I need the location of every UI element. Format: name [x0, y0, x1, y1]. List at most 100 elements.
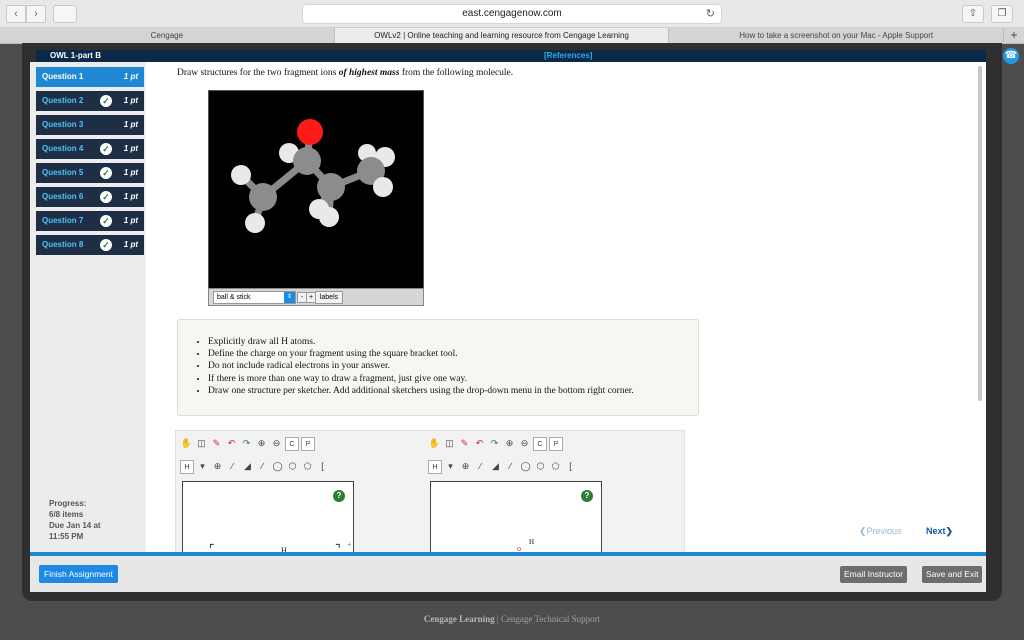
bracket-icon[interactable]: [ [316, 460, 329, 473]
help-icon[interactable]: ? [581, 490, 593, 502]
instruction-item: Explicitly draw all H atoms. [208, 336, 634, 348]
sketcher-toolbar-bottom: H ▾ ⊕ ∕ ◢ ⁄ ◯ ⬡ ⬠ [ [180, 460, 331, 474]
help-icon[interactable]: ? [333, 490, 345, 502]
address-bar[interactable]: east.cengagenow.com ↻ [302, 4, 722, 24]
cyclohexane-icon[interactable]: ⬡ [286, 460, 299, 473]
wedge-bond-icon[interactable]: ◢ [241, 460, 254, 473]
question-item-6[interactable]: Question 6 ✓ 1 pt [36, 187, 144, 207]
paste-icon[interactable]: P [549, 437, 563, 451]
instructions-box: Explicitly draw all H atoms. Define the … [177, 319, 699, 416]
instruction-item: If there is more than one way to draw a … [208, 373, 634, 385]
footer-support-link[interactable]: Cengage Technical Support [501, 614, 600, 624]
question-label: Question 2 [42, 96, 84, 105]
charge-icon[interactable]: ⊕ [459, 460, 472, 473]
references-link[interactable]: [References] [544, 50, 592, 62]
drawing-canvas[interactable]: ? o H [430, 481, 602, 555]
finish-assignment-button[interactable]: Finish Assignment [39, 565, 118, 583]
wedge-bond-icon[interactable]: ◢ [489, 460, 502, 473]
cyclohexane-icon[interactable]: ⬡ [534, 460, 547, 473]
due-label: Due Jan 14 at [49, 521, 101, 530]
molecule-viewer[interactable] [208, 90, 424, 306]
question-label: Question 4 [42, 144, 84, 153]
eraser-icon[interactable]: ✎ [210, 437, 223, 450]
display-mode-select[interactable]: ball & stick ⇕ [213, 291, 296, 304]
question-item-1[interactable]: Question 1 1 pt [36, 67, 144, 87]
tab-overview-button[interactable]: ❐ [991, 5, 1013, 23]
zoom-in-icon[interactable]: ⊕ [255, 437, 268, 450]
question-label: Question 1 [42, 72, 84, 81]
tab-owlv2[interactable]: OWLv2 | Online teaching and learning res… [334, 28, 670, 43]
scrollbar[interactable] [978, 66, 982, 401]
question-item-5[interactable]: Question 5 ✓ 1 pt [36, 163, 144, 183]
benzene-icon[interactable]: ◯ [271, 460, 284, 473]
zoom-in-icon[interactable]: ⊕ [503, 437, 516, 450]
copy-icon[interactable]: C [533, 437, 547, 451]
eraser-icon[interactable]: ✎ [458, 437, 471, 450]
question-item-3[interactable]: Question 3 1 pt [36, 115, 144, 135]
lasso-icon[interactable]: ◫ [195, 437, 208, 450]
redo-icon[interactable]: ↷ [488, 437, 501, 450]
tab-apple-support[interactable]: How to take a screenshot on your Mac - A… [669, 28, 1005, 43]
instruction-item: Draw one structure per sketcher. Add add… [208, 385, 634, 397]
element-h-select[interactable]: H [180, 460, 194, 474]
viewer-controls: ball & stick ⇕ - + labels [208, 288, 424, 306]
question-points: 1 pt [123, 120, 138, 129]
instruction-item: Do not include radical electrons in your… [208, 360, 634, 372]
prompt-text: Draw structures for the two fragment ion… [177, 68, 339, 78]
due-time: 11:55 PM [49, 532, 84, 541]
benzene-icon[interactable]: ◯ [519, 460, 532, 473]
redo-icon[interactable]: ↷ [240, 437, 253, 450]
tab-cengage[interactable]: Cengage [0, 28, 335, 43]
lasso-icon[interactable]: ◫ [443, 437, 456, 450]
bracket-icon[interactable]: [ [564, 460, 577, 473]
sidebar-toggle-button[interactable] [53, 5, 77, 23]
main-content: Question 1 1 pt Question 2 ✓ 1 pt Questi… [30, 62, 986, 556]
new-tab-button[interactable]: + [1004, 28, 1024, 43]
hand-icon[interactable]: ✋ [180, 437, 193, 450]
hand-icon[interactable]: ✋ [428, 437, 441, 450]
sketcher-1: ✋ ◫ ✎ ↶ ↷ ⊕ ⊖ C P H ▾ ⊕ ∕ ◢ ⁄ ◯ ⬡ ⬠ [? … [176, 431, 358, 556]
save-and-exit-button[interactable]: Save and Exit [922, 566, 983, 583]
question-label: Question 6 [42, 192, 84, 201]
undo-icon[interactable]: ↶ [225, 437, 238, 450]
footer-brand-link[interactable]: Cengage Learning [424, 614, 495, 624]
cyclopentane-icon[interactable]: ⬠ [301, 460, 314, 473]
zoom-out-icon[interactable]: ⊖ [518, 437, 531, 450]
double-bond-icon[interactable]: ⁄ [256, 460, 269, 473]
undo-icon[interactable]: ↶ [473, 437, 486, 450]
email-instructor-button[interactable]: Email Instructor [840, 566, 908, 583]
labels-button[interactable]: labels [315, 291, 343, 304]
zoom-out-icon[interactable]: ⊖ [270, 437, 283, 450]
question-item-4[interactable]: Question 4 ✓ 1 pt [36, 139, 144, 159]
carbon-atom [317, 173, 345, 201]
back-button[interactable]: ‹ [6, 5, 26, 23]
browser-toolbar: ‹ › east.cengagenow.com ↻ ⇧ ❐ [0, 0, 1024, 28]
next-button[interactable]: Next❯ [926, 526, 953, 537]
double-bond-icon[interactable]: ⁄ [504, 460, 517, 473]
element-h-select[interactable]: H [428, 460, 442, 474]
check-icon: ✓ [100, 167, 112, 179]
check-icon: ✓ [100, 191, 112, 203]
charge-icon[interactable]: ⊕ [211, 460, 224, 473]
single-bond-icon[interactable]: ∕ [226, 460, 239, 473]
chevron-down-icon[interactable]: ▾ [444, 460, 457, 473]
reload-icon[interactable]: ↻ [706, 5, 715, 23]
share-button[interactable]: ⇧ [962, 5, 984, 23]
question-item-7[interactable]: Question 7 ✓ 1 pt [36, 211, 144, 231]
chevron-down-icon[interactable]: ▾ [196, 460, 209, 473]
previous-button[interactable]: ❮Previous [859, 526, 902, 537]
forward-button[interactable]: › [26, 5, 46, 23]
nav-buttons: ‹ › [6, 5, 46, 23]
copy-icon[interactable]: C [285, 437, 299, 451]
headset-icon[interactable]: ☎ [1003, 48, 1019, 64]
check-icon: ✓ [100, 215, 112, 227]
assignment-header: OWL 1-part B [References] [36, 50, 986, 62]
question-item-2[interactable]: Question 2 ✓ 1 pt [36, 91, 144, 111]
drawing-canvas[interactable]: ? ⌜ H ⌝ + [182, 481, 354, 556]
single-bond-icon[interactable]: ∕ [474, 460, 487, 473]
paste-icon[interactable]: P [301, 437, 315, 451]
cyclopentane-icon[interactable]: ⬠ [549, 460, 562, 473]
chevron-down-icon: ⇕ [284, 292, 295, 303]
question-item-8[interactable]: Question 8 ✓ 1 pt [36, 235, 144, 255]
hydrogen-atom [373, 177, 393, 197]
